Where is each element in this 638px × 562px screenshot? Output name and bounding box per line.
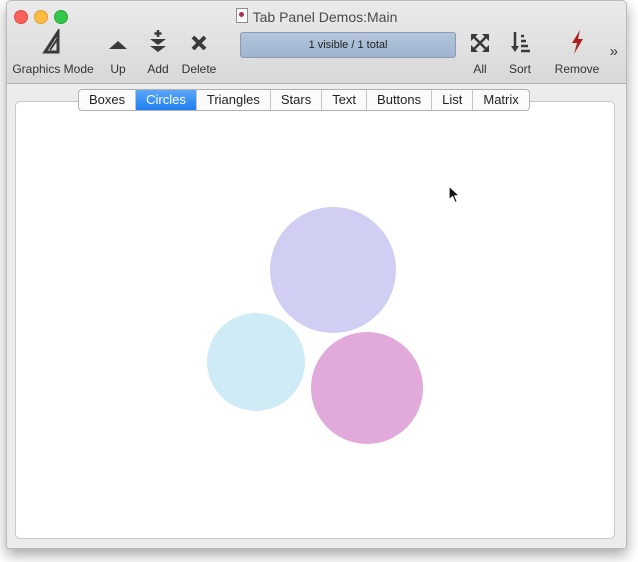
- all-button[interactable]: All: [465, 29, 495, 76]
- tab-boxes[interactable]: Boxes: [79, 90, 137, 110]
- graphics-mode-button[interactable]: Graphics Mode: [11, 26, 95, 76]
- sort-icon: [503, 29, 537, 57]
- lavender-circle[interactable]: [270, 207, 396, 333]
- tab-buttons[interactable]: Buttons: [367, 90, 433, 110]
- tab-text[interactable]: Text: [322, 90, 368, 110]
- pink-circle[interactable]: [311, 332, 423, 444]
- tab-triangles[interactable]: Triangles: [197, 90, 271, 110]
- window-title: Tab Panel Demos:Main: [7, 8, 626, 25]
- add-button[interactable]: Add: [142, 29, 174, 76]
- x-icon: [179, 29, 219, 57]
- delete-button[interactable]: Delete: [179, 29, 219, 76]
- status-field: 1 visible / 1 total: [240, 32, 456, 58]
- document-icon: [235, 8, 248, 23]
- sort-button[interactable]: Sort: [503, 29, 537, 76]
- up-triangle-icon: [104, 29, 132, 57]
- toolbar-overflow-button[interactable]: »: [610, 43, 618, 60]
- add-down-arrows-icon: [142, 29, 174, 57]
- light-blue-circle[interactable]: [207, 313, 305, 411]
- title-bar: Tab Panel Demos:Main Graphics Mode Up Ad…: [7, 1, 626, 84]
- tab-list[interactable]: List: [432, 90, 474, 110]
- tab-bar: Boxes Circles Triangles Stars Text Butto…: [78, 89, 530, 111]
- tab-stars[interactable]: Stars: [271, 90, 323, 110]
- tab-matrix[interactable]: Matrix: [473, 90, 528, 110]
- triangle-ruler-icon: [11, 26, 95, 57]
- up-button[interactable]: Up: [104, 29, 132, 76]
- mouse-cursor-icon: [448, 185, 461, 204]
- expand-arrows-icon: [465, 29, 495, 57]
- tab-circles[interactable]: Circles: [136, 90, 197, 110]
- lightning-icon: [552, 29, 602, 57]
- tab-content-panel: [15, 101, 615, 539]
- app-window: Tab Panel Demos:Main Graphics Mode Up Ad…: [6, 0, 627, 549]
- remove-button[interactable]: Remove: [552, 29, 602, 76]
